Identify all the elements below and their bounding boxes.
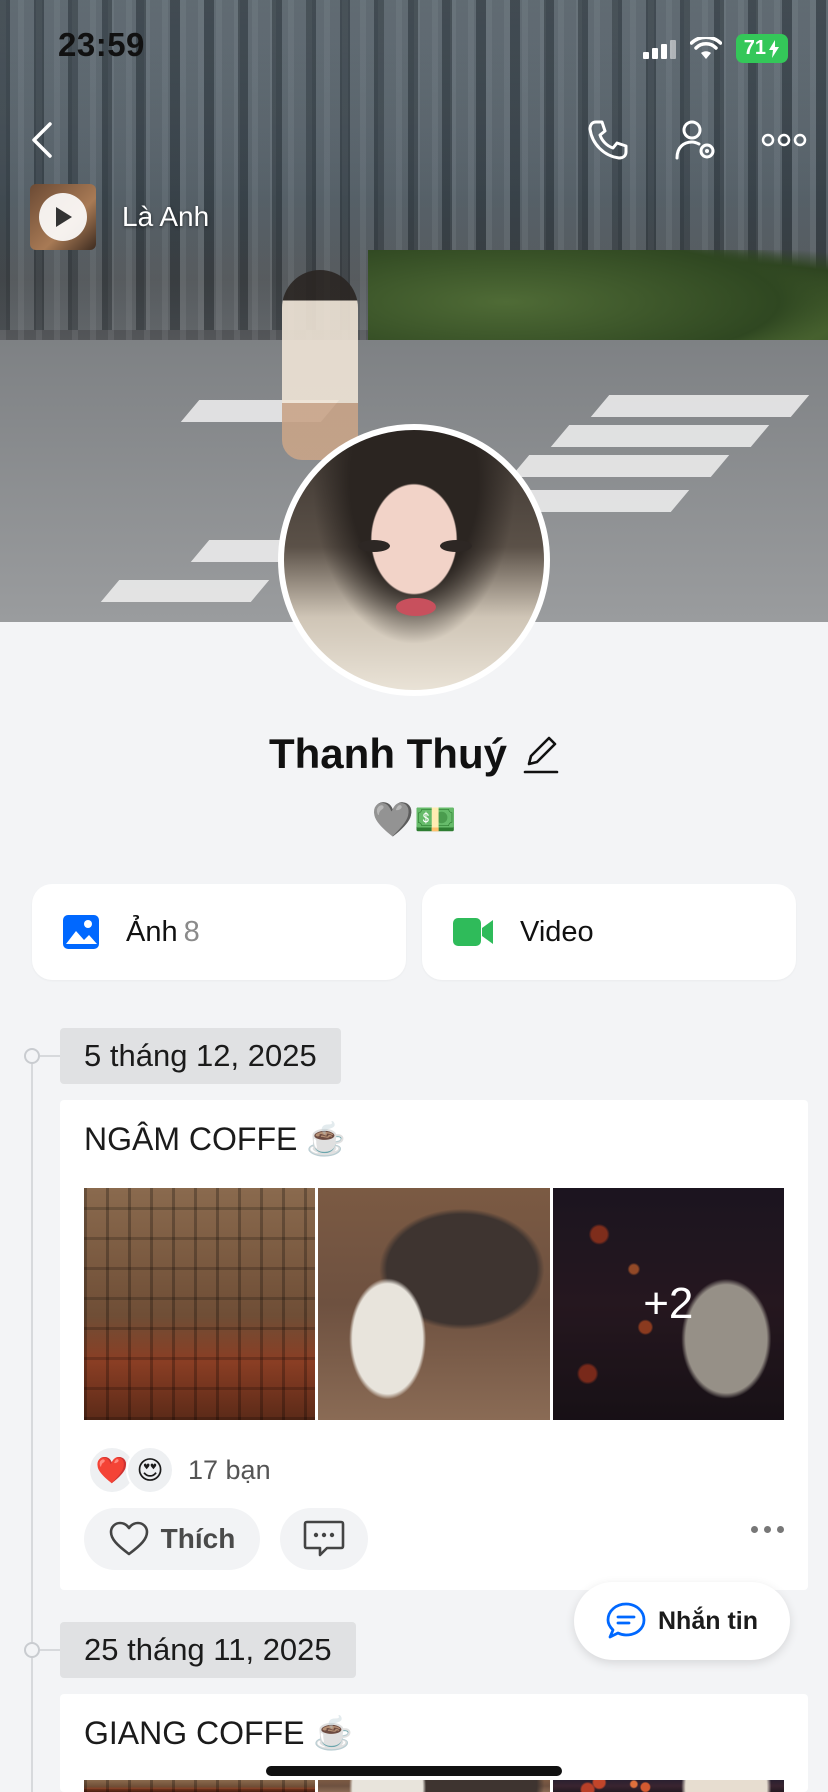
post-photo[interactable]: [552, 1780, 784, 1792]
post-photo[interactable]: [84, 1188, 316, 1420]
post-title: GIANG COFFE ☕️: [84, 1715, 354, 1751]
video-button[interactable]: Video: [422, 884, 796, 980]
reaction-summary[interactable]: ❤️ 😍 17 bạn: [88, 1446, 271, 1494]
status-time: 23:59: [58, 26, 145, 63]
like-label: Thích: [160, 1523, 236, 1554]
wifi-icon: [689, 36, 722, 59]
avatar[interactable]: [278, 424, 550, 696]
more-photos-count[interactable]: +2: [552, 1188, 784, 1420]
like-button[interactable]: Thích: [84, 1508, 260, 1570]
date-header: 25 tháng 11, 2025: [60, 1622, 356, 1678]
post-card[interactable]: GIANG COFFE ☕️: [60, 1694, 808, 1792]
photos-count: 8: [183, 915, 200, 948]
avatar-eye: [358, 540, 390, 552]
battery-level: 71: [743, 37, 766, 59]
profile-name: Thanh Thuý: [269, 730, 507, 777]
timeline-dot: [24, 1642, 40, 1658]
crosswalk-stripe: [100, 580, 270, 602]
photos-label-text: Ảnh: [126, 915, 178, 948]
comment-icon: [303, 1520, 345, 1557]
post-photo[interactable]: [318, 1780, 550, 1792]
photos-label: Ảnh 8: [126, 916, 200, 949]
crosswalk-stripe: [590, 395, 810, 417]
edit-pencil-icon[interactable]: [523, 734, 559, 774]
ellipsis-icon: [761, 133, 807, 147]
back-button[interactable]: [14, 112, 70, 168]
video-label: Video: [520, 915, 594, 948]
post-photo[interactable]: [84, 1780, 316, 1792]
crosswalk-stripe: [550, 425, 770, 447]
comment-button[interactable]: [280, 1508, 368, 1570]
profile-bio: 🩶💵: [371, 801, 457, 839]
status-icons: 71: [642, 34, 788, 63]
profile-settings-button[interactable]: [668, 112, 724, 168]
heart-eyes-reaction-icon: 😍: [126, 1446, 174, 1494]
profile-name-row: Thanh Thuý: [0, 730, 828, 778]
heart-outline-icon: [109, 1521, 148, 1556]
timeline-tick: [40, 1649, 60, 1651]
user-gear-icon: [675, 120, 715, 160]
reaction-count: 17 bạn: [188, 1454, 271, 1485]
photo-icon: [63, 915, 99, 949]
crosswalk-stripe: [510, 455, 730, 477]
timeline-dot: [24, 1048, 40, 1064]
home-indicator: [266, 1766, 562, 1776]
profile-music[interactable]: Là Anh: [30, 184, 209, 250]
post-title: NGÂM COFFE ☕️: [84, 1121, 347, 1157]
play-button[interactable]: [39, 193, 87, 241]
music-title: Là Anh: [122, 201, 210, 232]
post-photo[interactable]: [318, 1188, 550, 1420]
post-more-button[interactable]: [751, 1526, 784, 1533]
timeline-tick: [40, 1055, 60, 1057]
phone-icon: [588, 120, 628, 160]
post-photo[interactable]: +2: [552, 1188, 784, 1420]
chevron-left-icon: [32, 122, 52, 158]
music-thumbnail: [30, 184, 96, 250]
photos-button[interactable]: Ảnh 8: [32, 884, 406, 980]
avatar-lips: [396, 598, 436, 616]
video-camera-icon: [453, 918, 493, 946]
play-icon: [56, 207, 72, 227]
more-options-button[interactable]: [756, 112, 812, 168]
chat-bubble-icon: [606, 1602, 646, 1639]
post-photo-grid: +2: [84, 1188, 784, 1420]
date-header: 5 tháng 12, 2025: [60, 1028, 341, 1084]
charging-bolt-icon: [769, 39, 779, 58]
message-button[interactable]: Nhắn tin: [574, 1582, 790, 1660]
timeline-line: [31, 1056, 33, 1792]
avatar-eye: [440, 540, 472, 552]
post-card[interactable]: NGÂM COFFE ☕️ +2 ❤️ 😍 17 bạn Thích: [60, 1100, 808, 1590]
battery-icon: 71: [735, 34, 788, 63]
call-button[interactable]: [580, 112, 636, 168]
message-button-label: Nhắn tin: [658, 1606, 758, 1635]
cover-person: [282, 270, 358, 460]
post-photo-grid: [84, 1780, 784, 1792]
signal-icon: [642, 39, 676, 59]
